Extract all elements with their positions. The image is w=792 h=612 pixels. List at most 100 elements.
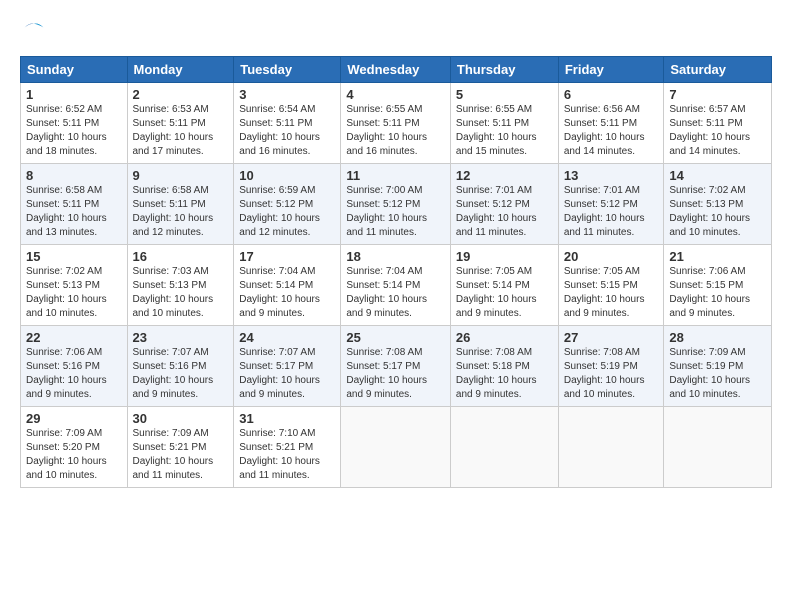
calendar-day-cell: 14Sunrise: 7:02 AM Sunset: 5:13 PM Dayli…: [664, 164, 772, 245]
calendar-table: SundayMondayTuesdayWednesdayThursdayFrid…: [20, 56, 772, 488]
day-number: 22: [26, 330, 122, 345]
day-info: Sunrise: 7:01 AM Sunset: 5:12 PM Dayligh…: [456, 184, 553, 240]
calendar-day-cell: 20Sunrise: 7:05 AM Sunset: 5:15 PM Dayli…: [558, 245, 664, 326]
calendar-day-cell: 21Sunrise: 7:06 AM Sunset: 5:15 PM Dayli…: [664, 245, 772, 326]
day-info: Sunrise: 6:52 AM Sunset: 5:11 PM Dayligh…: [26, 103, 122, 159]
day-number: 25: [346, 330, 445, 345]
calendar-day-cell: [450, 407, 558, 488]
day-number: 10: [239, 168, 335, 183]
day-number: 28: [669, 330, 766, 345]
day-number: 16: [133, 249, 229, 264]
day-info: Sunrise: 7:07 AM Sunset: 5:17 PM Dayligh…: [239, 346, 335, 402]
header-row: SundayMondayTuesdayWednesdayThursdayFrid…: [21, 57, 772, 83]
calendar-day-cell: 31Sunrise: 7:10 AM Sunset: 5:21 PM Dayli…: [234, 407, 341, 488]
day-info: Sunrise: 6:58 AM Sunset: 5:11 PM Dayligh…: [26, 184, 122, 240]
calendar-day-cell: 29Sunrise: 7:09 AM Sunset: 5:20 PM Dayli…: [21, 407, 128, 488]
day-info: Sunrise: 7:08 AM Sunset: 5:17 PM Dayligh…: [346, 346, 445, 402]
day-number: 12: [456, 168, 553, 183]
day-number: 26: [456, 330, 553, 345]
calendar-day-cell: 19Sunrise: 7:05 AM Sunset: 5:14 PM Dayli…: [450, 245, 558, 326]
calendar-day-cell: 16Sunrise: 7:03 AM Sunset: 5:13 PM Dayli…: [127, 245, 234, 326]
calendar-day-cell: 4Sunrise: 6:55 AM Sunset: 5:11 PM Daylig…: [341, 83, 451, 164]
day-number: 23: [133, 330, 229, 345]
calendar-day-cell: 23Sunrise: 7:07 AM Sunset: 5:16 PM Dayli…: [127, 326, 234, 407]
day-number: 2: [133, 87, 229, 102]
day-info: Sunrise: 7:08 AM Sunset: 5:18 PM Dayligh…: [456, 346, 553, 402]
day-info: Sunrise: 7:05 AM Sunset: 5:14 PM Dayligh…: [456, 265, 553, 321]
calendar-body: 1Sunrise: 6:52 AM Sunset: 5:11 PM Daylig…: [21, 83, 772, 488]
calendar-day-cell: 11Sunrise: 7:00 AM Sunset: 5:12 PM Dayli…: [341, 164, 451, 245]
day-info: Sunrise: 6:59 AM Sunset: 5:12 PM Dayligh…: [239, 184, 335, 240]
calendar-day-cell: 27Sunrise: 7:08 AM Sunset: 5:19 PM Dayli…: [558, 326, 664, 407]
calendar-day-cell: [341, 407, 451, 488]
day-info: Sunrise: 7:02 AM Sunset: 5:13 PM Dayligh…: [26, 265, 122, 321]
calendar-day-cell: 17Sunrise: 7:04 AM Sunset: 5:14 PM Dayli…: [234, 245, 341, 326]
day-number: 4: [346, 87, 445, 102]
day-info: Sunrise: 7:09 AM Sunset: 5:20 PM Dayligh…: [26, 427, 122, 483]
day-number: 7: [669, 87, 766, 102]
day-info: Sunrise: 7:02 AM Sunset: 5:13 PM Dayligh…: [669, 184, 766, 240]
calendar-day-cell: 9Sunrise: 6:58 AM Sunset: 5:11 PM Daylig…: [127, 164, 234, 245]
calendar-week-row: 15Sunrise: 7:02 AM Sunset: 5:13 PM Dayli…: [21, 245, 772, 326]
day-info: Sunrise: 6:56 AM Sunset: 5:11 PM Dayligh…: [564, 103, 659, 159]
day-info: Sunrise: 7:05 AM Sunset: 5:15 PM Dayligh…: [564, 265, 659, 321]
calendar-day-cell: 28Sunrise: 7:09 AM Sunset: 5:19 PM Dayli…: [664, 326, 772, 407]
weekday-header: Tuesday: [234, 57, 341, 83]
calendar-day-cell: 26Sunrise: 7:08 AM Sunset: 5:18 PM Dayli…: [450, 326, 558, 407]
day-number: 30: [133, 411, 229, 426]
logo: [20, 18, 52, 46]
day-number: 6: [564, 87, 659, 102]
day-info: Sunrise: 6:53 AM Sunset: 5:11 PM Dayligh…: [133, 103, 229, 159]
day-info: Sunrise: 7:04 AM Sunset: 5:14 PM Dayligh…: [239, 265, 335, 321]
day-number: 27: [564, 330, 659, 345]
day-number: 15: [26, 249, 122, 264]
day-info: Sunrise: 6:54 AM Sunset: 5:11 PM Dayligh…: [239, 103, 335, 159]
day-info: Sunrise: 7:00 AM Sunset: 5:12 PM Dayligh…: [346, 184, 445, 240]
page: SundayMondayTuesdayWednesdayThursdayFrid…: [0, 0, 792, 498]
day-number: 11: [346, 168, 445, 183]
calendar-day-cell: 15Sunrise: 7:02 AM Sunset: 5:13 PM Dayli…: [21, 245, 128, 326]
day-number: 21: [669, 249, 766, 264]
weekday-header: Friday: [558, 57, 664, 83]
weekday-header: Sunday: [21, 57, 128, 83]
calendar-day-cell: [664, 407, 772, 488]
logo-icon: [20, 18, 48, 46]
day-info: Sunrise: 7:09 AM Sunset: 5:19 PM Dayligh…: [669, 346, 766, 402]
calendar-day-cell: 30Sunrise: 7:09 AM Sunset: 5:21 PM Dayli…: [127, 407, 234, 488]
calendar-day-cell: 7Sunrise: 6:57 AM Sunset: 5:11 PM Daylig…: [664, 83, 772, 164]
day-number: 19: [456, 249, 553, 264]
header: [20, 18, 772, 46]
day-info: Sunrise: 6:55 AM Sunset: 5:11 PM Dayligh…: [346, 103, 445, 159]
day-number: 8: [26, 168, 122, 183]
day-info: Sunrise: 7:06 AM Sunset: 5:15 PM Dayligh…: [669, 265, 766, 321]
day-info: Sunrise: 7:04 AM Sunset: 5:14 PM Dayligh…: [346, 265, 445, 321]
calendar-week-row: 8Sunrise: 6:58 AM Sunset: 5:11 PM Daylig…: [21, 164, 772, 245]
day-number: 24: [239, 330, 335, 345]
day-info: Sunrise: 6:57 AM Sunset: 5:11 PM Dayligh…: [669, 103, 766, 159]
day-number: 14: [669, 168, 766, 183]
day-number: 17: [239, 249, 335, 264]
calendar-day-cell: 6Sunrise: 6:56 AM Sunset: 5:11 PM Daylig…: [558, 83, 664, 164]
weekday-header: Monday: [127, 57, 234, 83]
day-info: Sunrise: 7:08 AM Sunset: 5:19 PM Dayligh…: [564, 346, 659, 402]
calendar-day-cell: 13Sunrise: 7:01 AM Sunset: 5:12 PM Dayli…: [558, 164, 664, 245]
weekday-header: Thursday: [450, 57, 558, 83]
day-info: Sunrise: 7:10 AM Sunset: 5:21 PM Dayligh…: [239, 427, 335, 483]
calendar-day-cell: 2Sunrise: 6:53 AM Sunset: 5:11 PM Daylig…: [127, 83, 234, 164]
calendar-day-cell: [558, 407, 664, 488]
calendar-header: SundayMondayTuesdayWednesdayThursdayFrid…: [21, 57, 772, 83]
day-info: Sunrise: 6:55 AM Sunset: 5:11 PM Dayligh…: [456, 103, 553, 159]
day-info: Sunrise: 7:03 AM Sunset: 5:13 PM Dayligh…: [133, 265, 229, 321]
day-number: 31: [239, 411, 335, 426]
day-number: 1: [26, 87, 122, 102]
calendar-day-cell: 10Sunrise: 6:59 AM Sunset: 5:12 PM Dayli…: [234, 164, 341, 245]
calendar-day-cell: 3Sunrise: 6:54 AM Sunset: 5:11 PM Daylig…: [234, 83, 341, 164]
day-info: Sunrise: 7:01 AM Sunset: 5:12 PM Dayligh…: [564, 184, 659, 240]
day-number: 9: [133, 168, 229, 183]
day-info: Sunrise: 7:07 AM Sunset: 5:16 PM Dayligh…: [133, 346, 229, 402]
calendar-day-cell: 24Sunrise: 7:07 AM Sunset: 5:17 PM Dayli…: [234, 326, 341, 407]
calendar-day-cell: 8Sunrise: 6:58 AM Sunset: 5:11 PM Daylig…: [21, 164, 128, 245]
day-info: Sunrise: 7:09 AM Sunset: 5:21 PM Dayligh…: [133, 427, 229, 483]
day-number: 20: [564, 249, 659, 264]
day-number: 13: [564, 168, 659, 183]
